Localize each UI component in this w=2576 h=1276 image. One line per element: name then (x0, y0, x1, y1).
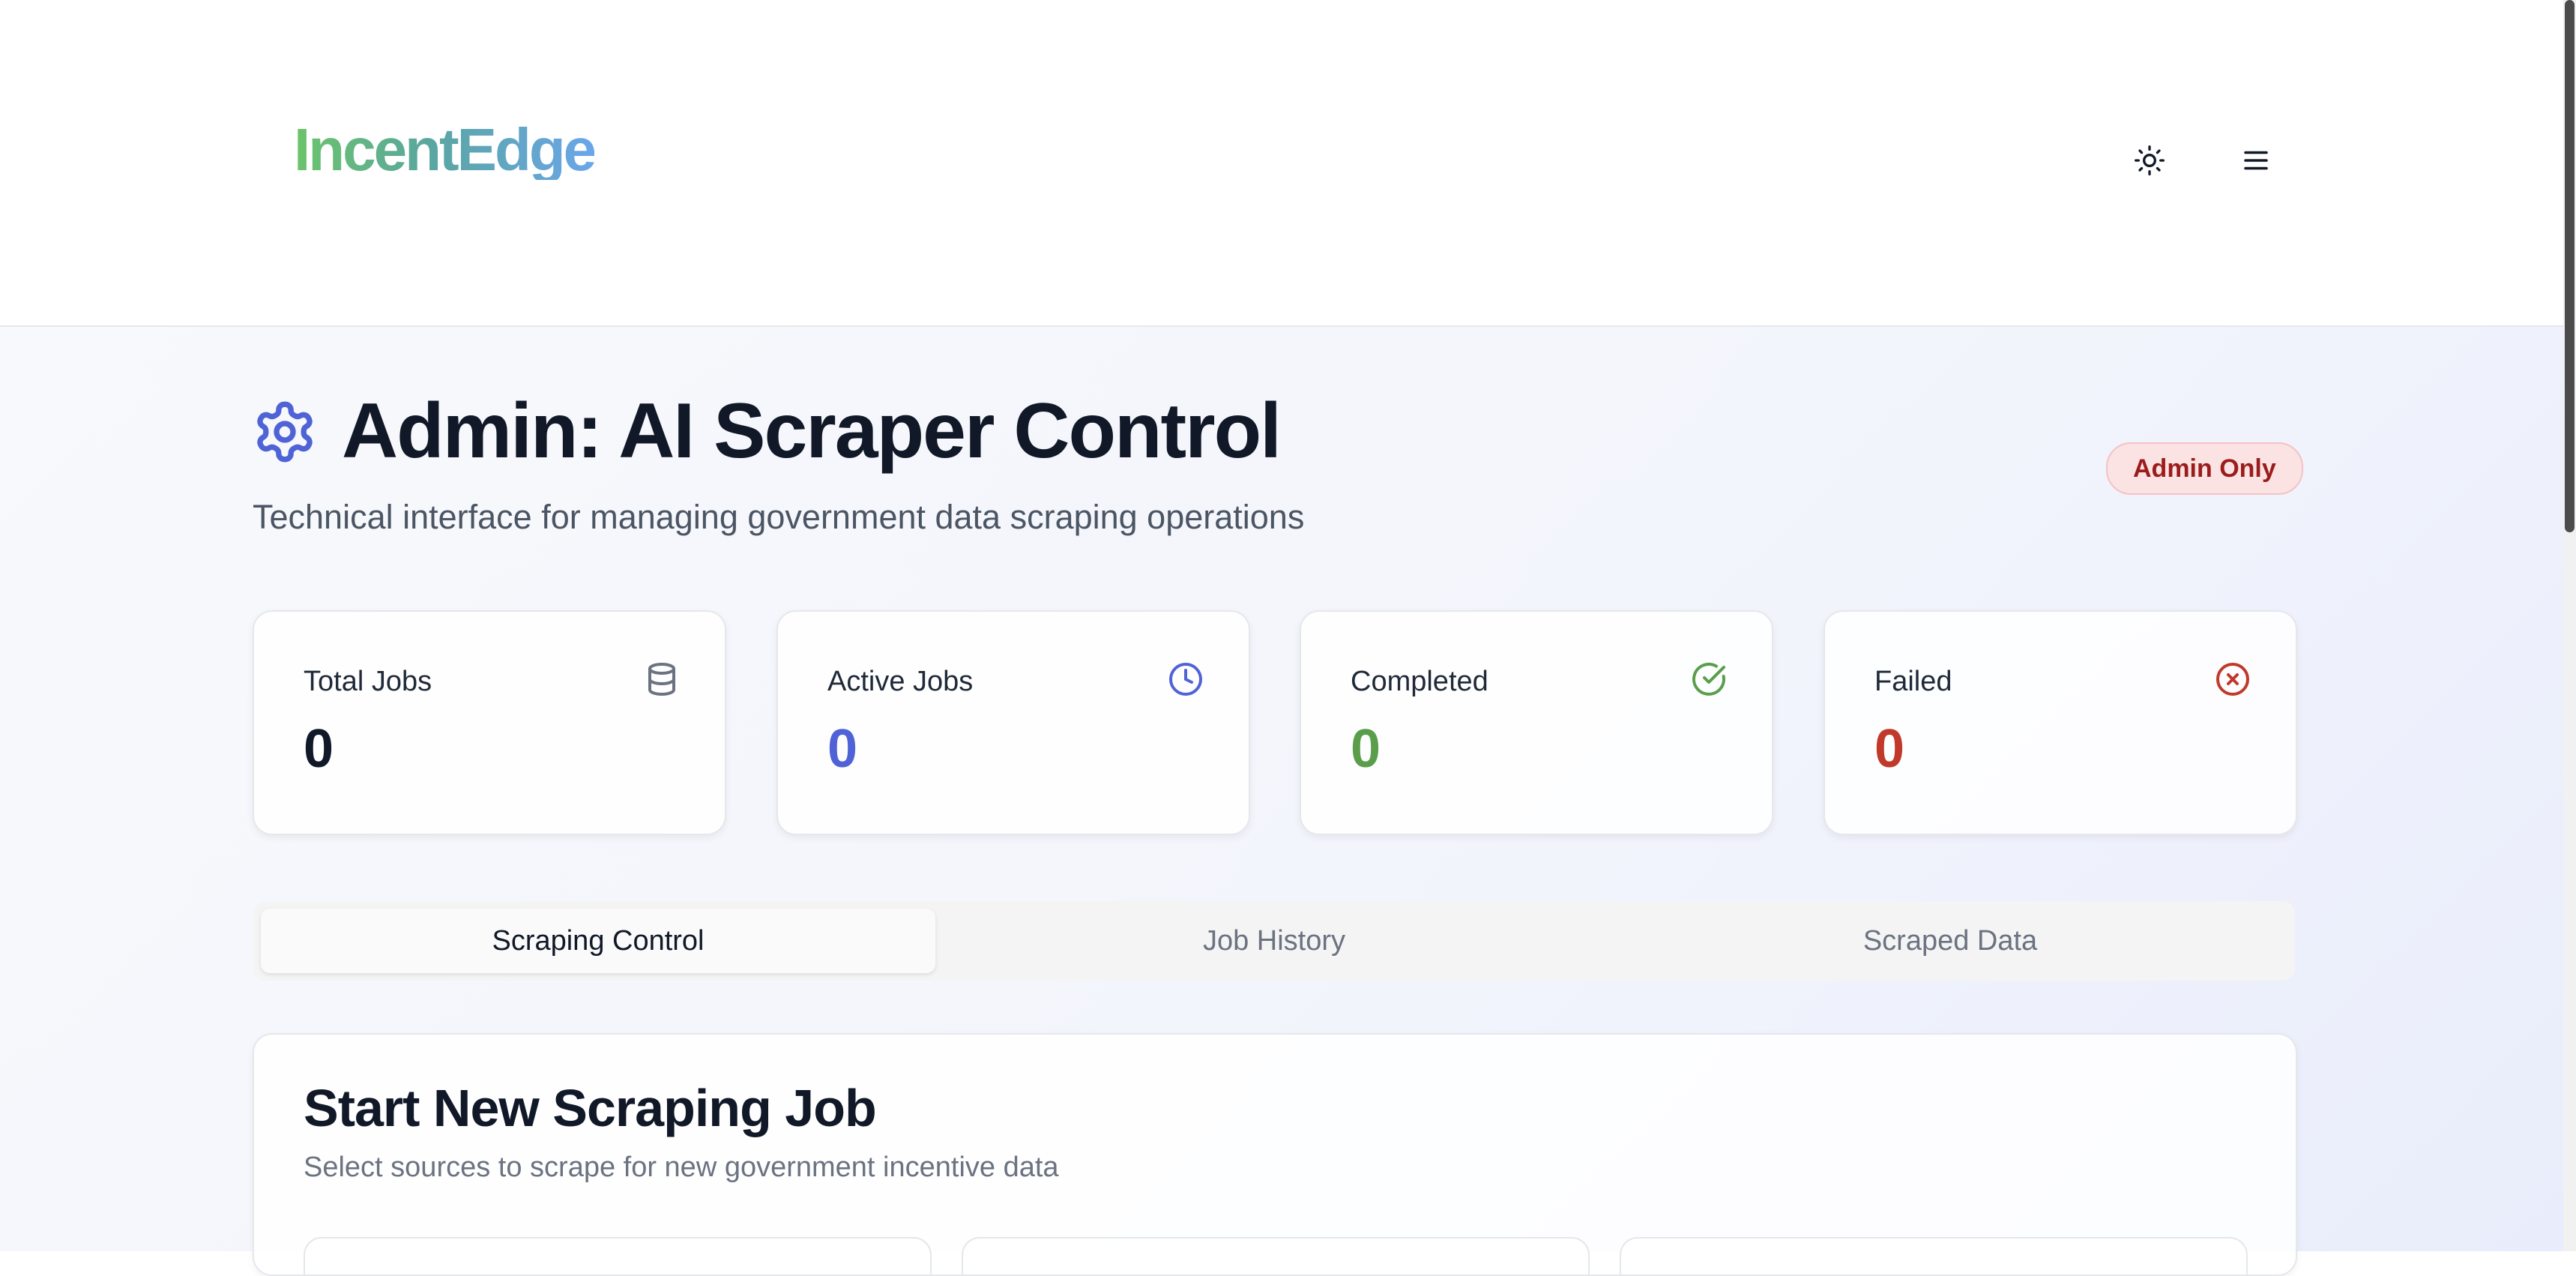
tab-scraping-control[interactable]: Scraping Control (261, 909, 935, 973)
gear-icon (257, 401, 313, 463)
page-title: Admin: AI Scraper Control (342, 388, 1282, 475)
app-logo[interactable]: IncentEdge (294, 120, 597, 180)
sun-icon (2135, 145, 2165, 175)
stat-label: Completed (1351, 666, 1488, 697)
admin-only-badge: Admin Only (2106, 442, 2303, 495)
scrollbar-thumb[interactable] (2565, 0, 2575, 532)
stat-card-total-jobs: Total Jobs 0 (253, 610, 726, 835)
stat-card-completed: Completed 0 (1300, 610, 1773, 835)
hamburger-menu-icon (2244, 151, 2268, 170)
tab-list: Scraping Control Job History Scraped Dat… (253, 901, 2295, 981)
tab-scraped-data[interactable]: Scraped Data (1613, 909, 2287, 973)
source-option-card[interactable] (962, 1237, 1590, 1275)
theme-toggle-button[interactable] (2127, 138, 2172, 183)
stat-label: Failed (1874, 666, 1952, 697)
stat-value: 0 (1351, 719, 1381, 779)
tab-job-history[interactable]: Job History (937, 909, 1611, 973)
page-subtitle: Technical interface for managing governm… (253, 498, 1305, 536)
start-scraping-job-panel: Start New Scraping Job Select sources to… (253, 1033, 2297, 1276)
source-option-card[interactable] (1620, 1237, 2248, 1275)
top-header: IncentEdge (0, 0, 2563, 327)
stat-value: 0 (304, 719, 334, 779)
database-icon (648, 663, 675, 696)
panel-description: Select sources to scrape for new governm… (304, 1152, 1059, 1183)
check-circle-icon (1692, 662, 1725, 696)
stat-value: 0 (1874, 719, 1905, 779)
stat-label: Total Jobs (304, 666, 432, 697)
stat-value: 0 (827, 719, 858, 779)
source-option-card[interactable] (304, 1237, 932, 1275)
menu-button[interactable] (2233, 138, 2278, 183)
clock-icon (1169, 663, 1202, 696)
stat-label: Active Jobs (827, 666, 974, 697)
stat-card-active-jobs: Active Jobs 0 (776, 610, 1250, 835)
panel-title: Start New Scraping Job (304, 1079, 877, 1137)
stat-card-failed: Failed 0 (1824, 610, 2297, 835)
x-circle-icon (2216, 663, 2249, 696)
